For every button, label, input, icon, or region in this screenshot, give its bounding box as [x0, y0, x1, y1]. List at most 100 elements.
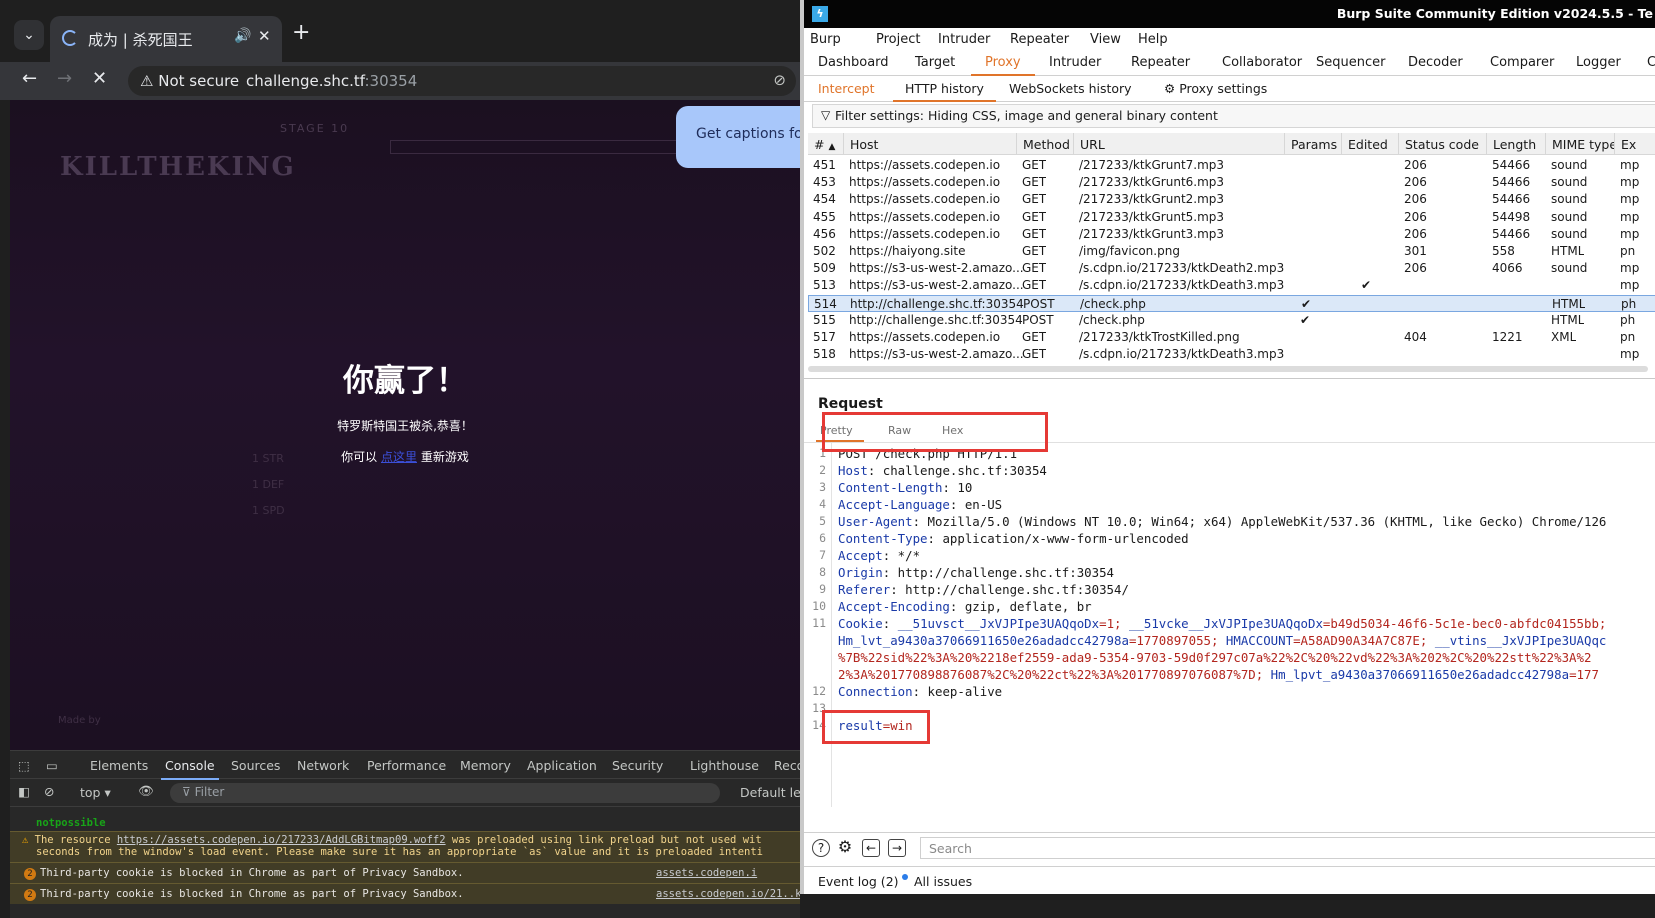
table-row[interactable]: 453 https://assets.codepen.io GET/217233/k…	[808, 174, 1655, 192]
console-filter-input[interactable]: ⊽ Filter	[170, 783, 720, 803]
event-log-button[interactable]: Event log (2)	[818, 874, 908, 889]
menu-help[interactable]: Help	[1138, 32, 1168, 47]
eye-slash-icon[interactable]: ⊘	[773, 71, 786, 89]
menu-project[interactable]: Project	[876, 32, 920, 47]
tab-intruder[interactable]: Intruder	[1049, 55, 1101, 70]
tab-security[interactable]: Security	[612, 758, 663, 773]
cookie-source-link[interactable]: assets.codepen.io/21..ktTrostKilled.png:…	[656, 888, 800, 900]
header-value: : en-US	[949, 497, 1003, 512]
tab-performance[interactable]: Performance	[367, 758, 446, 773]
tab-search-button[interactable]: ⌄	[14, 20, 44, 50]
table-row[interactable]: 509 https://s3-us-west-2.amazo... GET/s.cd…	[808, 260, 1655, 278]
address-bar[interactable]: ⚠ Not secure challenge.shc.tf:30354 ⊘	[128, 66, 796, 96]
tab-proxy[interactable]: Proxy	[971, 55, 1035, 76]
column-header-extension[interactable]: Ex	[1615, 133, 1655, 155]
horizontal-scrollbar[interactable]	[808, 366, 1648, 372]
clear-console-icon[interactable]: ⊘	[44, 784, 54, 799]
url-text[interactable]: challenge.shc.tf:30354	[246, 72, 417, 90]
header-value: : gzip, deflate, br	[949, 599, 1092, 614]
tab-intercept[interactable]: Intercept	[818, 81, 874, 96]
tab-collaborator[interactable]: Collaborator	[1222, 55, 1302, 70]
console-toolbar: ◧ ⊘ top ▾ 👁 ⊽ Filter Default le	[10, 779, 801, 807]
tab-network[interactable]: Network	[297, 758, 349, 773]
security-indicator[interactable]: ⚠ Not secure	[140, 72, 239, 90]
main-tabs: Dashboard Target Proxy Intruder Repeater…	[804, 50, 1655, 76]
event-log-label: Event log (2)	[818, 874, 899, 889]
column-header-url[interactable]: URL	[1074, 133, 1285, 155]
tab-elements[interactable]: Elements	[90, 758, 148, 773]
table-row[interactable]: 451 https://assets.codepen.io GET/217233/k…	[808, 157, 1655, 175]
forward-arrow-icon[interactable]: →	[57, 68, 72, 89]
table-row[interactable]: 513 https://s3-us-west-2.amazo... GET/s.cd…	[808, 277, 1655, 295]
device-toolbar-icon[interactable]: ▭	[46, 758, 58, 773]
back-arrow-icon[interactable]: ←	[22, 68, 37, 89]
table-row[interactable]: 455 https://assets.codepen.io GET/217233/k…	[808, 209, 1655, 227]
table-row[interactable]: 454 https://assets.codepen.io GET/217233/k…	[808, 191, 1655, 209]
cell-length: 1221	[1492, 330, 1523, 344]
tab-console[interactable]: Console	[161, 758, 219, 780]
column-header-params[interactable]: Params	[1285, 133, 1342, 155]
table-row[interactable]: 518 https://s3-us-west-2.amazo... GET/s.cd…	[808, 346, 1655, 364]
tab-dashboard[interactable]: Dashboard	[818, 55, 889, 70]
cell-mime: sound	[1551, 175, 1588, 190]
tab-http-history[interactable]: HTTP history	[893, 81, 996, 102]
tab-logger[interactable]: Logger	[1576, 55, 1621, 70]
menu-intruder[interactable]: Intruder	[938, 32, 990, 47]
table-row[interactable]: 517 https://assets.codepen.io GET/217233/k…	[808, 329, 1655, 347]
column-header-edited[interactable]: Edited	[1342, 133, 1399, 155]
tab-more[interactable]: C	[1647, 55, 1655, 70]
speaker-icon[interactable]: 🔊	[234, 28, 251, 44]
help-icon[interactable]: ?	[812, 839, 830, 857]
context-select[interactable]: top ▾	[80, 785, 111, 800]
not-secure-label: Not secure	[158, 72, 240, 90]
column-header-method[interactable]: Method	[1017, 133, 1074, 155]
table-row[interactable]: 514 http://challenge.shc.tf:30354 POST/che…	[808, 294, 1655, 313]
tab-websockets-history[interactable]: WebSockets history	[1009, 81, 1132, 96]
log-levels-select[interactable]: Default le	[740, 785, 801, 800]
tab-lighthouse[interactable]: Lighthouse	[690, 758, 759, 773]
browser-tab[interactable]: 成为 | 杀死国王 🔊 ✕	[50, 16, 282, 62]
tab-sources[interactable]: Sources	[231, 758, 280, 773]
tab-memory[interactable]: Memory	[460, 758, 511, 773]
tab-target[interactable]: Target	[915, 55, 955, 70]
menu-burp[interactable]: Burp	[810, 32, 841, 47]
table-row[interactable]: 502 https://haiyong.site GET/img/favicon.p…	[808, 243, 1655, 261]
column-header-length[interactable]: Length	[1487, 133, 1546, 155]
column-header-status-code[interactable]: Status code	[1399, 133, 1487, 155]
filter-settings-bar[interactable]: ▽ Filter settings: Hiding CSS, image and…	[812, 104, 1655, 128]
tab-comparer[interactable]: Comparer	[1490, 55, 1554, 70]
sidebar-toggle-icon[interactable]: ◧	[18, 784, 30, 799]
menu-view[interactable]: View	[1090, 32, 1121, 47]
column-header-host[interactable]: Host	[844, 133, 1017, 155]
tab-strip: ⌄ 成为 | 杀死国王 🔊 ✕ +	[0, 0, 800, 64]
previous-arrow-icon[interactable]: ←	[862, 839, 880, 857]
request-editor[interactable]: 1 2 3 4 5 6 7 8 9 10 11 12 13 14 POST /c…	[804, 442, 1655, 808]
column-header-id[interactable]: # ▲	[808, 133, 844, 155]
column-header-mime-type[interactable]: MIME type	[1546, 133, 1615, 155]
table-row[interactable]: 456 https://assets.codepen.io GET/217233/k…	[808, 226, 1655, 244]
tab-decoder[interactable]: Decoder	[1408, 55, 1463, 70]
new-tab-button[interactable]: +	[292, 20, 310, 45]
tab-sequencer[interactable]: Sequencer	[1316, 55, 1385, 70]
menu-bar: Burp Project Intruder Repeater View Help	[804, 28, 1655, 50]
settings-gear-icon[interactable]: ⚙	[836, 839, 854, 857]
tab-application[interactable]: Application	[527, 758, 597, 773]
close-tab-icon[interactable]: ✕	[258, 27, 271, 45]
burp-suite-window: ϟ Burp Suite Community Edition v2024.5.5…	[800, 0, 1655, 918]
tab-repeater[interactable]: Repeater	[1131, 55, 1190, 70]
cell-edited: ✔	[1361, 278, 1372, 293]
inspect-element-icon[interactable]: ⬚	[18, 758, 30, 773]
warning-resource-link[interactable]: https://assets.codepen.io/217233/AddLGBi…	[117, 834, 446, 846]
proxy-settings-button[interactable]: ⚙ Proxy settings	[1164, 81, 1267, 96]
replay-link[interactable]: 点这里	[381, 450, 417, 464]
menu-repeater[interactable]: Repeater	[1010, 32, 1069, 47]
table-row[interactable]: 515 http://challenge.shc.tf:30354 POST/che…	[808, 312, 1655, 330]
live-expression-eye-icon[interactable]: 👁	[138, 783, 154, 799]
cookie-source-link[interactable]: assets.codepen.i	[656, 867, 757, 879]
all-issues-button[interactable]: All issues	[914, 874, 972, 889]
search-input[interactable]: Search	[920, 837, 1655, 859]
live-caption-button[interactable]: Get captions for	[676, 106, 800, 168]
next-arrow-icon[interactable]: →	[888, 839, 906, 857]
highlight-result-param	[822, 710, 930, 744]
stop-loading-icon[interactable]: ✕	[92, 68, 107, 89]
